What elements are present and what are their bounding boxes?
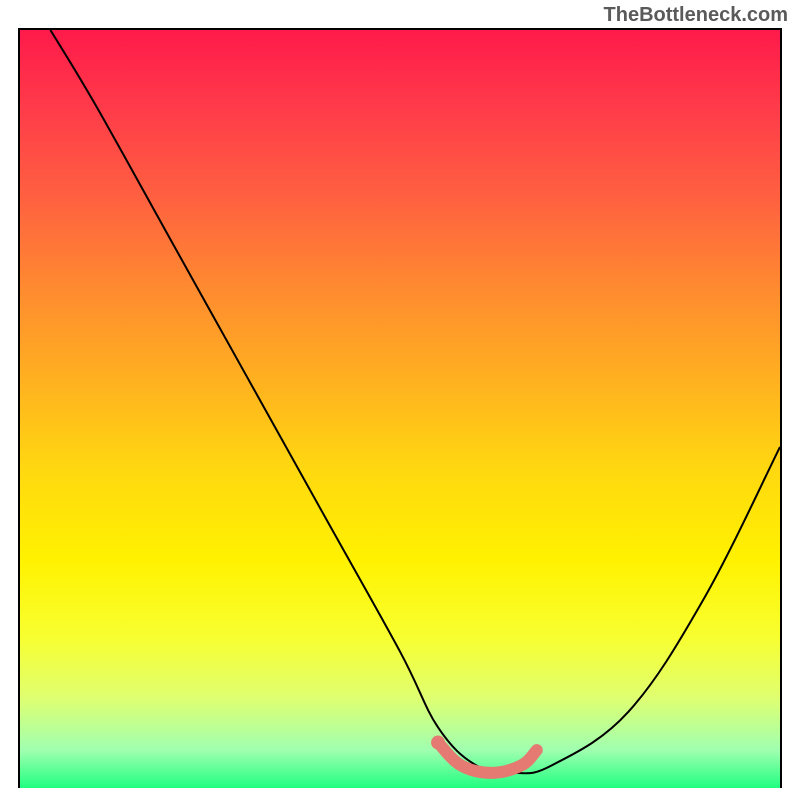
highlight-dot: [431, 736, 445, 750]
watermark-text: TheBottleneck.com: [604, 4, 788, 27]
curve-line: [50, 30, 780, 773]
chart-frame: [18, 28, 782, 788]
chart-svg: [20, 30, 780, 788]
